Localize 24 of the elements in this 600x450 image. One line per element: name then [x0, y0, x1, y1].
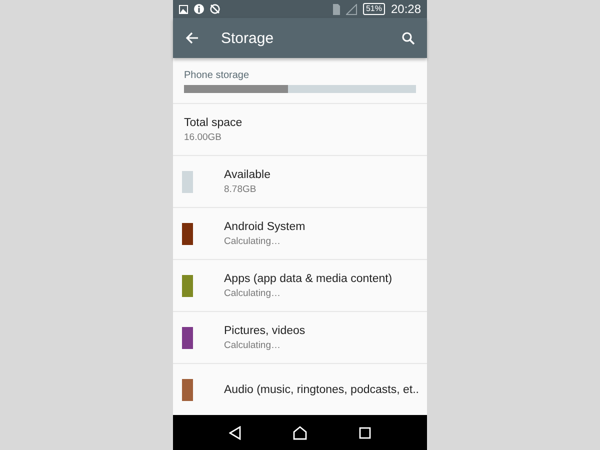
sim-card-icon	[332, 4, 340, 14]
info-icon	[194, 4, 204, 14]
category-size: Calculating…	[224, 340, 282, 350]
category-name[interactable]: Apps (app data & media content)	[224, 272, 392, 284]
back-arrow-icon[interactable]	[185, 31, 199, 45]
home-nav-icon[interactable]	[293, 426, 307, 440]
clock-time: 20:28	[390, 2, 421, 16]
category-name[interactable]: Pictures, videos	[224, 324, 306, 336]
recents-nav-icon[interactable]	[359, 426, 371, 438]
signal-icon	[346, 4, 357, 14]
search-icon[interactable]	[402, 32, 415, 44]
category-name[interactable]: Audio (music, ringtones, podcasts, et..	[224, 384, 419, 396]
section-header: Phone storage	[183, 69, 250, 81]
battery-level: 51%	[362, 3, 385, 15]
category-size: 8.78GB	[224, 184, 258, 194]
category-size: Calculating…	[224, 236, 282, 246]
category-name[interactable]: Android System	[224, 220, 306, 232]
total-space-label: Total space	[184, 116, 242, 128]
total-space-value: 16.00GB	[184, 132, 222, 142]
screen-title: Storage	[221, 30, 275, 46]
category-size: Calculating…	[224, 288, 282, 298]
back-nav-icon[interactable]	[229, 426, 241, 440]
category-name[interactable]: Available	[224, 168, 270, 180]
image-icon	[179, 4, 188, 14]
